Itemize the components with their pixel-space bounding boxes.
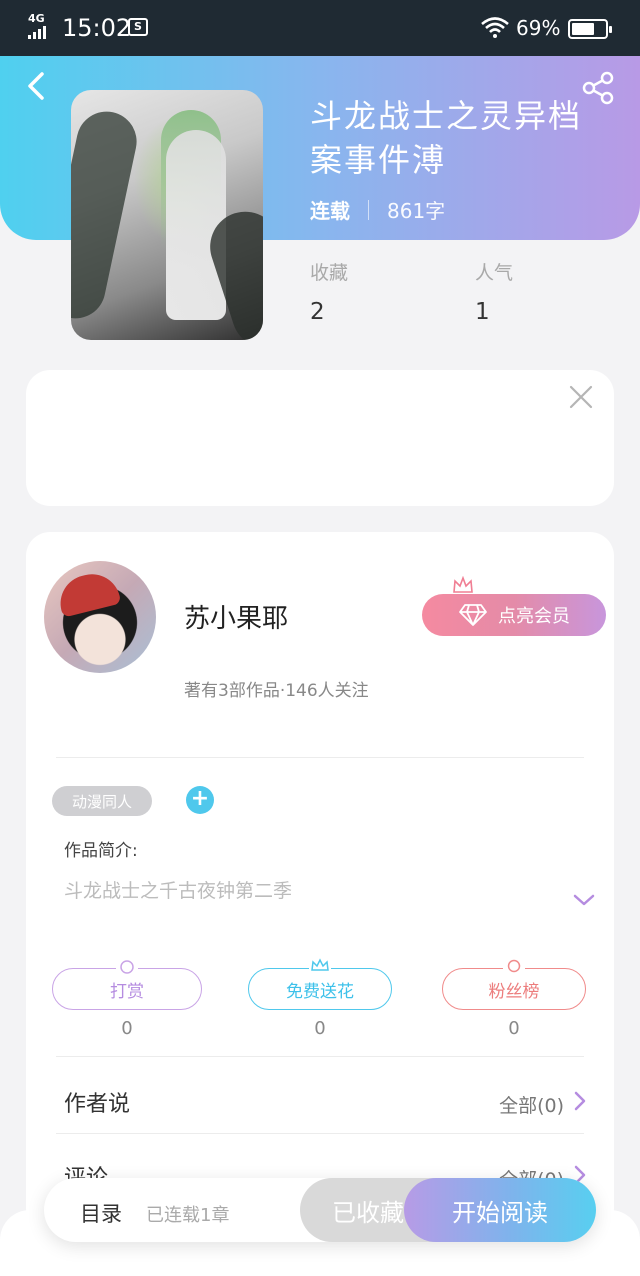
stat-value: 2 (310, 299, 325, 325)
reward-label: 打赏 (110, 981, 144, 1002)
flower-count: 0 (314, 1018, 326, 1039)
chevron-right-icon[interactable] (572, 1090, 588, 1112)
catalog-button[interactable]: 目录 (80, 1198, 122, 1228)
book-cover[interactable] (71, 90, 263, 340)
chapter-status[interactable]: 已连载1章 (146, 1201, 229, 1227)
reward-count: 0 (121, 1018, 133, 1039)
intro-text: 斗龙战士之千古夜钟第二季 (64, 880, 293, 902)
ad-card[interactable] (26, 370, 614, 506)
stat-favorites: 收藏 2 (310, 258, 348, 325)
stat-label: 人气 (475, 262, 514, 284)
author-stats: 著有3部作品·146人关注 (184, 681, 369, 701)
vip-button-label: 点亮会员 (498, 606, 570, 627)
send-flower-button[interactable]: 免费送花 (248, 958, 392, 1010)
ranking-icon (503, 958, 525, 974)
serial-status: 连载 (310, 199, 350, 223)
stat-popularity: 人气 1 (475, 258, 513, 325)
clock: 15:02 (62, 14, 132, 42)
genre-tag[interactable]: 动漫同人 (52, 786, 152, 816)
reward-icon (116, 958, 138, 974)
send-flower-label: 免费送花 (286, 981, 354, 1002)
crown-icon (453, 576, 473, 593)
stat-label: 收藏 (310, 262, 349, 284)
divider (56, 1056, 584, 1057)
book-title: 斗龙战士之灵异档案事件溥 (310, 97, 583, 179)
close-icon[interactable] (568, 384, 594, 410)
reward-button[interactable]: 打赏 (52, 958, 202, 1010)
meta-divider (368, 199, 369, 220)
fan-ranking-label: 粉丝榜 (488, 981, 540, 1002)
stat-value: 1 (475, 299, 490, 325)
author-says-title[interactable]: 作者说 (64, 1086, 130, 1118)
author-name[interactable]: 苏小果耶 (184, 598, 288, 635)
sync-icon: S (128, 18, 148, 36)
wifi-icon (481, 17, 509, 38)
status-bar: 4G 15:02 S 69% (0, 0, 640, 56)
battery-percent: 69% (516, 16, 561, 40)
divider (56, 757, 584, 758)
start-reading-button[interactable]: 开始阅读 (404, 1178, 596, 1242)
diamond-icon (459, 604, 487, 626)
signal-icon: 4G (28, 12, 54, 40)
chevron-down-icon[interactable] (572, 890, 596, 910)
author-says-all[interactable]: 全部(0) (499, 1091, 564, 1118)
book-meta: 连载 861字 (310, 195, 445, 224)
back-arrow-icon[interactable] (22, 70, 54, 102)
author-avatar[interactable] (44, 561, 156, 673)
fan-ranking-button[interactable]: 粉丝榜 (442, 958, 586, 1010)
word-count: 861字 (387, 199, 446, 223)
divider (56, 1133, 584, 1134)
vip-button[interactable]: 点亮会员 (422, 594, 606, 636)
intro-label: 作品简介: (64, 841, 138, 861)
battery-icon (568, 19, 612, 39)
add-tag-button[interactable]: + (186, 786, 214, 814)
fans-count: 0 (508, 1018, 520, 1039)
flower-icon (309, 958, 331, 974)
network-type: 4G (28, 12, 45, 25)
